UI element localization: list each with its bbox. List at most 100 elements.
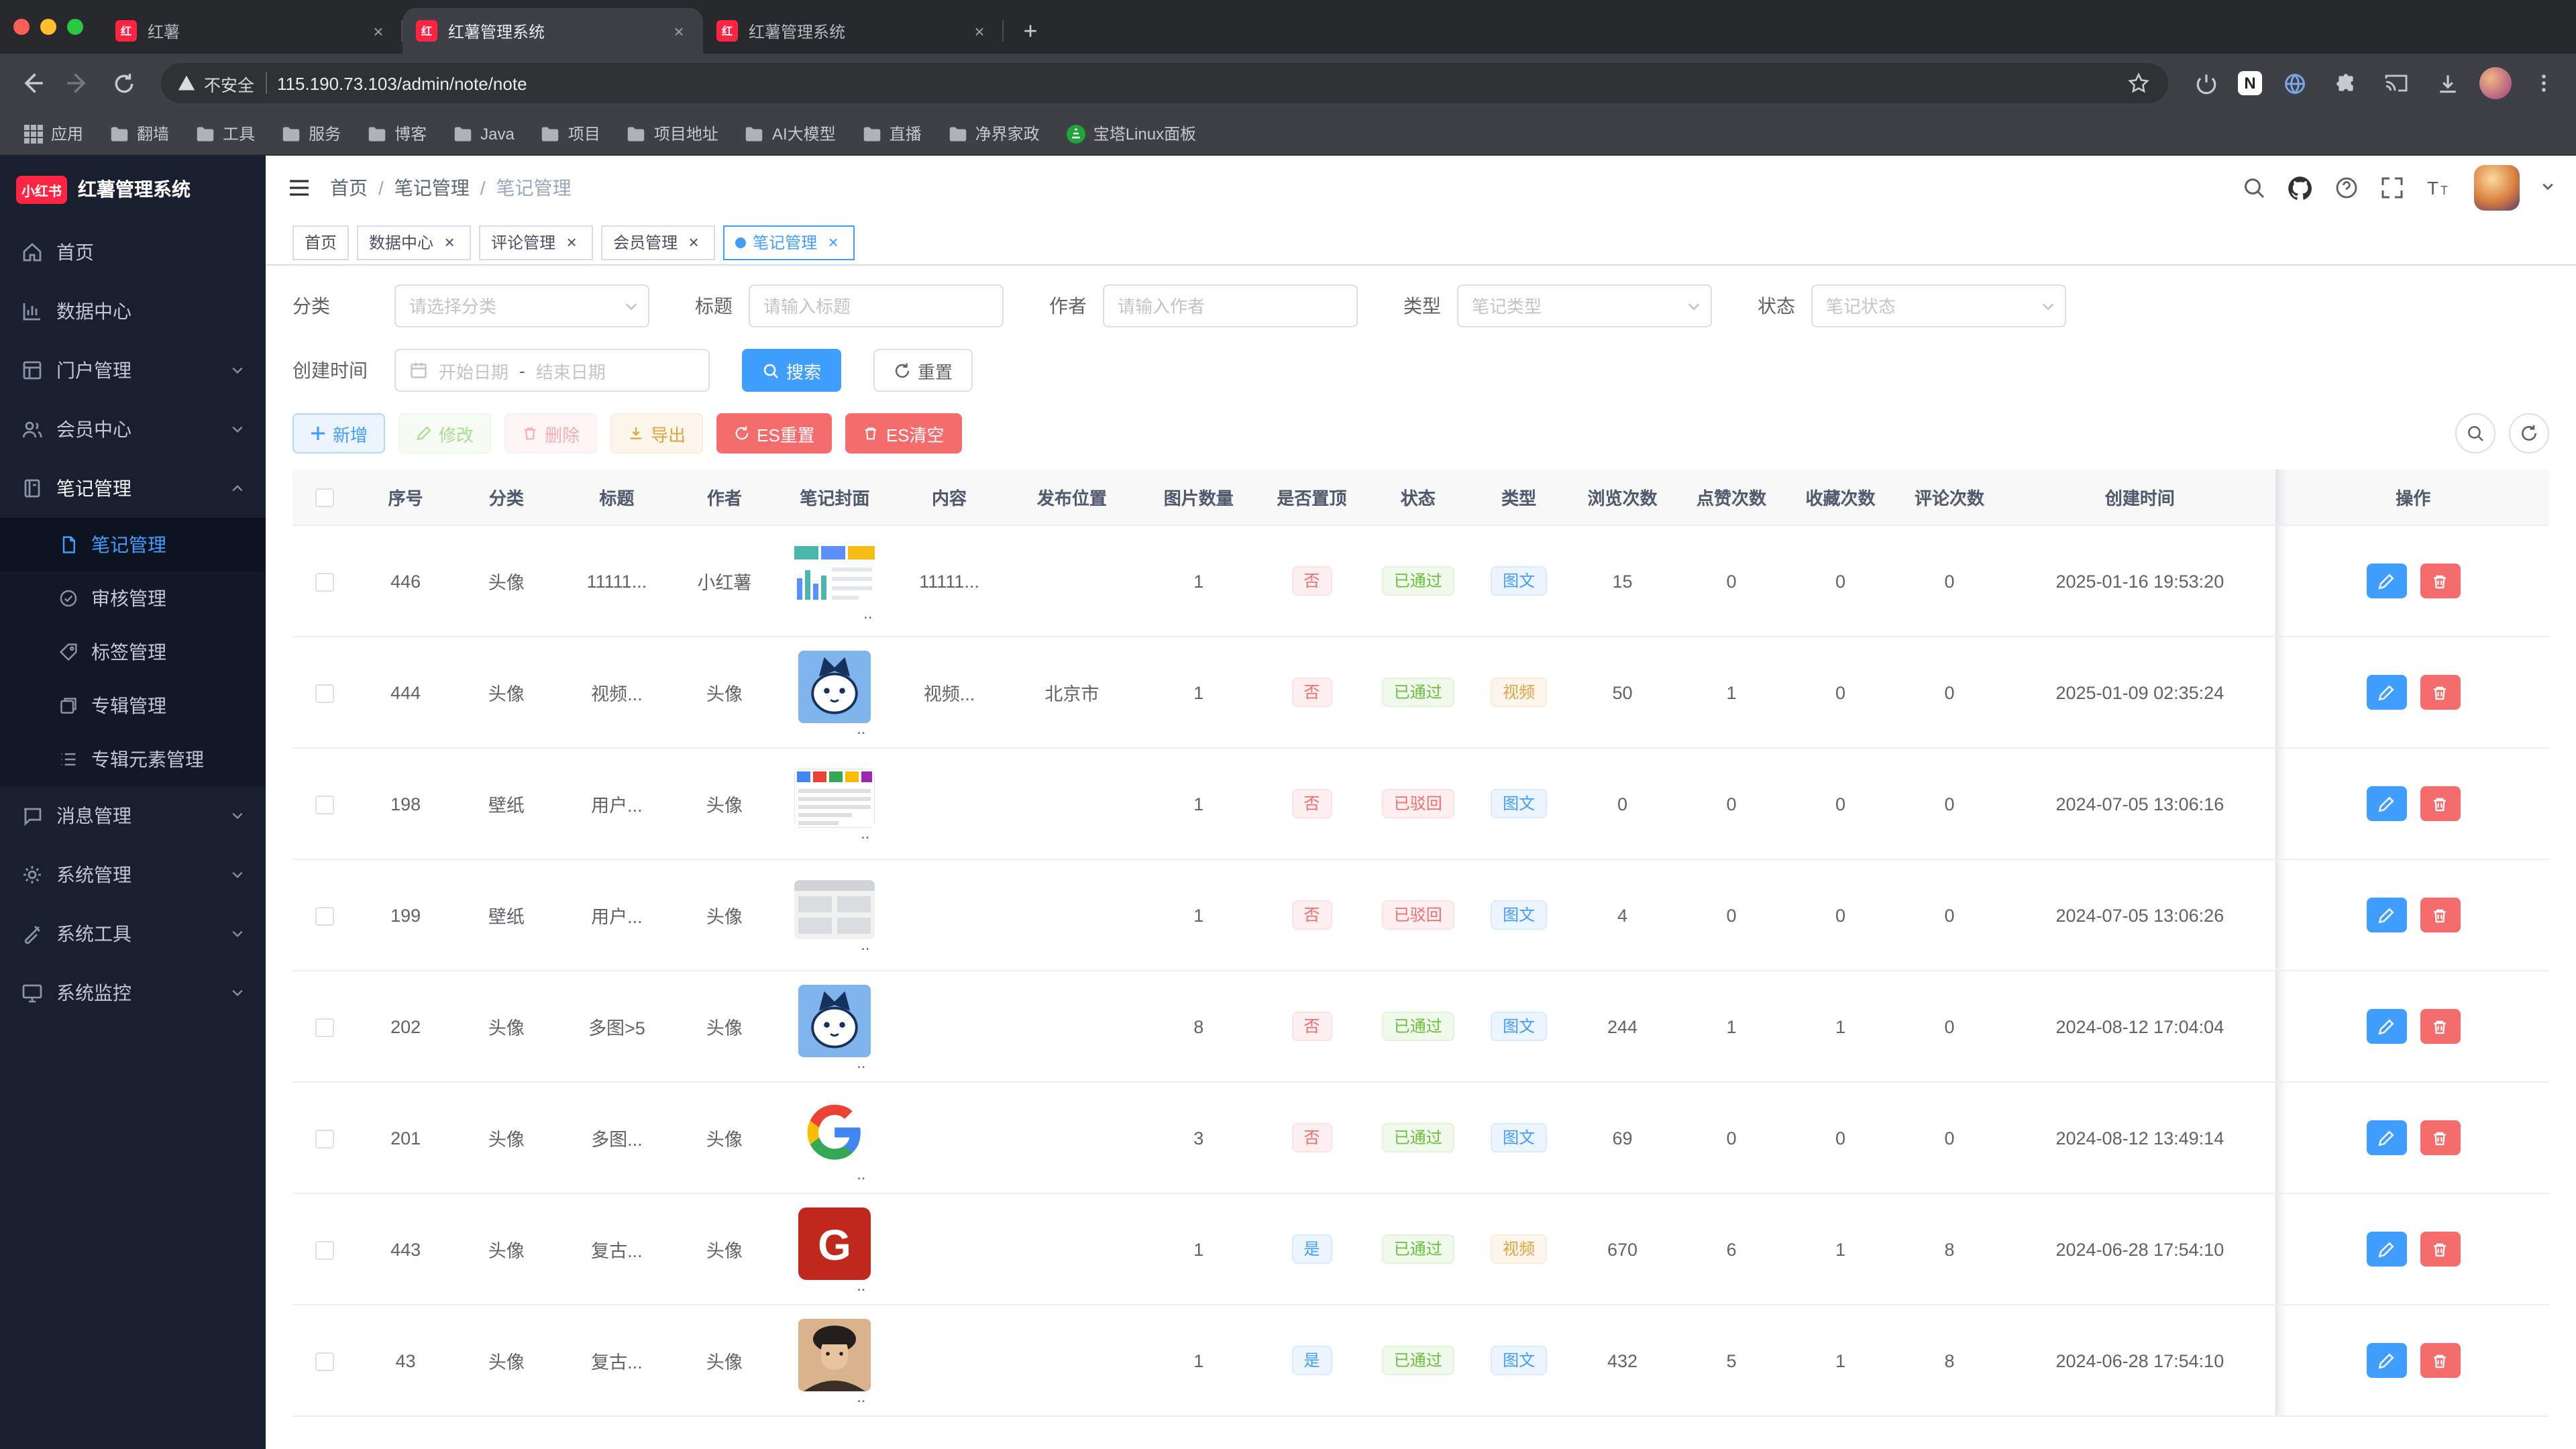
- sidebar-subitem-note-management[interactable]: 笔记管理: [0, 518, 266, 572]
- browser-menu-icon[interactable]: [2525, 64, 2563, 102]
- note-cover-image[interactable]: G: [798, 650, 871, 722]
- note-cover-image[interactable]: G: [794, 879, 875, 938]
- toggle-search-button[interactable]: [2455, 413, 2496, 453]
- es-reset-button[interactable]: ES重置: [716, 413, 833, 453]
- delete-row-button[interactable]: [2420, 898, 2460, 932]
- edit-row-button[interactable]: [2366, 564, 2406, 598]
- delete-row-button[interactable]: [2420, 1232, 2460, 1267]
- sidebar-subitem-album-management[interactable]: 专辑管理: [0, 679, 266, 733]
- bookmark-item[interactable]: 项目: [531, 118, 611, 149]
- reload-icon[interactable]: [105, 64, 142, 102]
- row-checkbox[interactable]: [316, 1018, 335, 1036]
- font-size-icon[interactable]: TT: [2426, 176, 2453, 200]
- note-cover-image[interactable]: G: [798, 1207, 871, 1279]
- browser-profile-avatar[interactable]: [2479, 67, 2512, 99]
- row-checkbox[interactable]: [316, 572, 335, 591]
- sidebar-item-data-center[interactable]: 数据中心: [0, 282, 266, 341]
- row-checkbox[interactable]: [316, 1240, 335, 1259]
- row-checkbox[interactable]: [316, 1129, 335, 1148]
- export-button[interactable]: 导出: [610, 413, 703, 453]
- browser-tab[interactable]: 红 红薯管理系统 ×: [703, 8, 1004, 54]
- downloads-icon[interactable]: [2428, 64, 2466, 102]
- sidebar-item-system-management[interactable]: 系统管理: [0, 845, 266, 904]
- note-cover-image[interactable]: G: [794, 768, 875, 827]
- tab-close-icon[interactable]: ×: [668, 20, 690, 42]
- bookmark-item[interactable]: 净界家政: [938, 118, 1051, 149]
- row-checkbox[interactable]: [316, 684, 335, 702]
- refresh-table-button[interactable]: [2509, 413, 2549, 453]
- app-logo[interactable]: 小红书 红薯管理系统: [0, 156, 266, 223]
- globe-extension-icon[interactable]: [2275, 64, 2313, 102]
- bookmark-item[interactable]: AI大模型: [735, 118, 847, 149]
- breadcrumb-home[interactable]: 首页: [330, 174, 368, 201]
- sidebar-item-members[interactable]: 会员中心: [0, 400, 266, 459]
- type-select[interactable]: [1457, 284, 1712, 327]
- note-cover-image[interactable]: G: [798, 1095, 871, 1168]
- edit-row-button[interactable]: [2366, 1232, 2406, 1267]
- security-chip[interactable]: 不安全: [177, 70, 254, 96]
- edit-row-button[interactable]: [2366, 675, 2406, 710]
- type-select-input[interactable]: [1457, 284, 1712, 327]
- status-select[interactable]: [1811, 284, 2066, 327]
- tab-close-icon[interactable]: ×: [368, 20, 389, 42]
- tag-item[interactable]: 会员管理 ×: [601, 225, 715, 260]
- zoom-window-button[interactable]: [67, 19, 83, 35]
- help-icon[interactable]: [2334, 176, 2359, 200]
- power-icon[interactable]: [2187, 64, 2224, 102]
- add-button[interactable]: 新增: [292, 413, 385, 453]
- delete-row-button[interactable]: [2420, 1343, 2460, 1378]
- category-select[interactable]: [394, 284, 649, 327]
- github-icon[interactable]: [2288, 175, 2313, 201]
- category-select-input[interactable]: [394, 284, 649, 327]
- bookmark-item[interactable]: 项目地址: [616, 118, 729, 149]
- search-icon[interactable]: [2242, 176, 2266, 200]
- breadcrumb-note-management[interactable]: 笔记管理: [394, 174, 470, 201]
- row-checkbox[interactable]: [316, 1352, 335, 1371]
- sidebar-item-messages[interactable]: 消息管理: [0, 786, 266, 845]
- edit-row-button[interactable]: [2366, 1343, 2406, 1378]
- title-input[interactable]: [749, 284, 1004, 327]
- bookmark-item[interactable]: 服务: [271, 118, 352, 149]
- new-tab-button[interactable]: +: [1012, 12, 1049, 50]
- tag-item[interactable]: 首页: [292, 225, 349, 260]
- edit-row-button[interactable]: [2366, 786, 2406, 821]
- sidebar-item-system-tools[interactable]: 系统工具: [0, 904, 266, 963]
- bookmark-item[interactable]: 直播: [852, 118, 932, 149]
- note-cover-image[interactable]: G: [798, 1318, 871, 1391]
- tag-item[interactable]: 评论管理 ×: [479, 225, 593, 260]
- back-icon[interactable]: [13, 64, 51, 102]
- select-all-checkbox[interactable]: [316, 489, 335, 508]
- sidebar-subitem-review-management[interactable]: 审核管理: [0, 572, 266, 625]
- tag-close-icon[interactable]: ×: [824, 233, 843, 252]
- sidebar-toggle-icon[interactable]: [287, 176, 311, 200]
- browser-tab[interactable]: 红 红薯 ×: [102, 8, 402, 54]
- bookmark-item[interactable]: 博客: [357, 118, 437, 149]
- bookmark-item[interactable]: 工具: [185, 118, 266, 149]
- browser-tab-active[interactable]: 红 红薯管理系统 ×: [402, 8, 703, 54]
- edit-row-button[interactable]: [2366, 898, 2406, 932]
- delete-row-button[interactable]: [2420, 675, 2460, 710]
- fullscreen-icon[interactable]: [2380, 176, 2404, 200]
- tab-close-icon[interactable]: ×: [969, 20, 990, 42]
- url-text[interactable]: 115.190.73.103/admin/note/note: [277, 73, 2114, 93]
- bookmark-item[interactable]: 宝塔Linux面板: [1056, 118, 1207, 149]
- tag-close-icon[interactable]: ×: [440, 233, 459, 252]
- sidebar-item-system-monitor[interactable]: 系统监控: [0, 963, 266, 1022]
- extensions-puzzle-icon[interactable]: [2326, 64, 2364, 102]
- sidebar-item-portal[interactable]: 门户管理: [0, 341, 266, 400]
- tag-item[interactable]: 笔记管理 ×: [723, 225, 855, 260]
- date-range-picker[interactable]: 开始日期 - 结束日期: [394, 349, 710, 392]
- edit-row-button[interactable]: [2366, 1120, 2406, 1155]
- bookmark-star-icon[interactable]: [2125, 70, 2152, 97]
- delete-row-button[interactable]: [2420, 786, 2460, 821]
- bookmark-item[interactable]: Java: [443, 120, 525, 147]
- cast-icon[interactable]: [2377, 64, 2415, 102]
- user-avatar[interactable]: [2474, 165, 2520, 211]
- bookmark-item[interactable]: 应用: [13, 118, 94, 149]
- notion-extension-icon[interactable]: N: [2238, 71, 2262, 95]
- address-bar[interactable]: 不安全 115.190.73.103/admin/note/note: [161, 63, 2168, 103]
- tag-close-icon[interactable]: ×: [684, 233, 703, 252]
- sidebar-item-home[interactable]: 首页: [0, 223, 266, 282]
- es-clear-button[interactable]: ES清空: [846, 413, 962, 453]
- row-checkbox[interactable]: [316, 795, 335, 814]
